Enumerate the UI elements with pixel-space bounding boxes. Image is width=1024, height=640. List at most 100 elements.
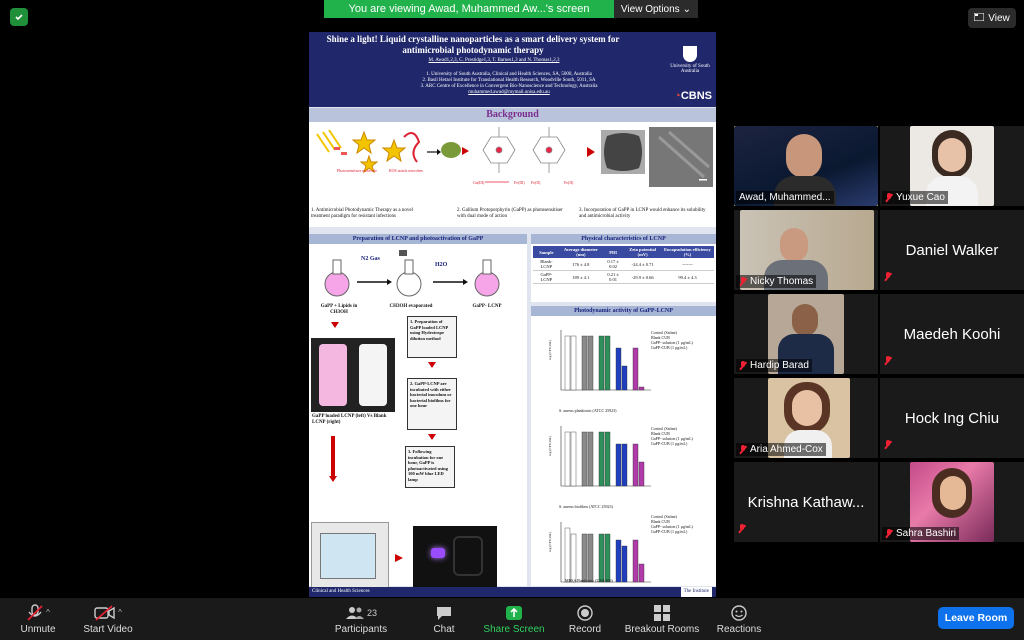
participant-name-text: Sahra Bashiri <box>896 528 957 539</box>
participants-button[interactable]: 23 Participants <box>330 598 392 640</box>
chart-bar <box>604 533 611 583</box>
chart-bar <box>581 533 588 583</box>
start-video-button[interactable]: ^ Start Video <box>78 598 138 640</box>
participant-tile-nicky[interactable]: Nicky Thomas <box>734 210 878 290</box>
chart-legend: Control (Saline) Blank CUB GaPP- solutio… <box>651 330 693 350</box>
chat-icon <box>435 604 453 622</box>
svg-text:ROS attack microbes: ROS attack microbes <box>389 168 423 173</box>
muted-mic-icon <box>884 268 892 286</box>
muted-mic-icon <box>739 361 747 370</box>
background-panel: Photosensitiser molecule ROS attack micr… <box>309 122 716 227</box>
chart-bar <box>581 335 588 391</box>
chart-bar <box>638 563 645 583</box>
participant-gallery: Awad, Muhammed... Yuxue Cao Nicky Thomas… <box>728 118 1024 548</box>
table-cell: 189 ± 4.1 <box>559 270 602 284</box>
phys-panel: Sample Average diameter (nm) PDI Zeta po… <box>531 244 716 302</box>
chart-bar <box>564 431 571 487</box>
security-shield-icon[interactable] <box>10 8 28 26</box>
participant-video <box>792 304 818 336</box>
pdt-heading: Photodynamic activity of GaPP-LCNP <box>531 306 716 316</box>
start-video-label: Start Video <box>83 623 133 635</box>
chart-ylabel: log (CFU/mL) <box>548 435 552 456</box>
chart-bar <box>570 431 577 487</box>
step-3-box: 3. Following incubation for one hour, Ga… <box>405 446 455 488</box>
table-row: GaPP- LCNP 189 ± 4.1 0.21 ± 0.01 -29.9 ±… <box>533 270 714 284</box>
down-arrow-icon <box>329 476 337 482</box>
table-cell: ------- <box>660 258 714 271</box>
video-off-icon: ^ <box>94 604 122 622</box>
leave-room-button[interactable]: Leave Room <box>938 607 1014 629</box>
participant-video <box>940 476 966 510</box>
chart-bar <box>598 335 605 391</box>
long-arrow <box>331 436 335 476</box>
participant-name-text: Aria Ahmed-Cox <box>750 444 823 455</box>
share-screen-button[interactable]: Share Screen <box>480 598 548 640</box>
participant-tile-daniel[interactable]: Daniel Walker <box>880 210 1024 290</box>
view-button[interactable]: View <box>968 8 1016 28</box>
table-header: Zeta potential (mV) <box>624 246 661 258</box>
legend-item: GaPP-CUB (1 µg/mL) <box>651 529 688 534</box>
participant-tile-maedeh[interactable]: Maedeh Koohi <box>880 294 1024 374</box>
breakout-rooms-label: Breakout Rooms <box>624 623 700 635</box>
flask-label-3: GaPP- LCNP <box>472 304 502 309</box>
down-arrow-icon <box>428 362 436 368</box>
muted-mic-icon <box>885 529 893 538</box>
chat-button[interactable]: Chat <box>424 598 464 640</box>
participant-name: Aria Ahmed-Cox <box>736 443 826 456</box>
participant-tile-yuxue[interactable]: Yuxue Cao <box>880 126 1024 206</box>
view-options-button[interactable]: View Options ⌄ <box>614 0 698 18</box>
chart-title: S. aureus biofilms (ATCC 25923) <box>559 504 613 509</box>
participant-tile-aria[interactable]: Aria Ahmed-Cox <box>734 378 878 458</box>
chart-title: MRSA Planktonic (USA 300) <box>565 578 613 583</box>
cbns-text: CBNS <box>680 90 712 102</box>
poster-affiliations: 1. University of South Australia, Clinic… <box>379 72 639 96</box>
unmute-button[interactable]: ^ Unmute <box>14 598 62 640</box>
participant-video <box>780 228 808 262</box>
light-rays-illustration <box>316 129 421 174</box>
participant-video <box>938 138 966 172</box>
vials-photo <box>311 338 395 412</box>
uni-name: University of South Australia <box>670 64 710 74</box>
table-cell: -29.9 ± 0.66 <box>624 270 661 284</box>
view-options-label: View Options <box>620 3 680 15</box>
caret-up-icon[interactable]: ^ <box>118 608 122 617</box>
participant-tile-hock[interactable]: Hock Ing Chiu <box>880 378 1024 458</box>
author-email: muhammed.awad@mymail.unisa.edu.au <box>468 90 550 95</box>
legend-item: GaPP-CUB (1 µg/mL) <box>651 345 688 350</box>
participant-tile-krishna[interactable]: Krishna Kathaw... <box>734 462 878 542</box>
participant-tile-hardip[interactable]: Hardip Barad <box>734 294 878 374</box>
reactions-smiley-icon <box>730 604 748 622</box>
muted-mic-icon <box>739 445 747 454</box>
participant-name-text: Nicky Thomas <box>750 276 814 287</box>
participant-tile-awad[interactable]: Awad, Muhammed... <box>734 126 878 206</box>
unisa-crest-icon <box>683 46 697 62</box>
flask-label-2: CH3OH evaporated <box>389 304 433 309</box>
screen-share-banner: You are viewing Awad, Muhammed Aw...'s s… <box>324 0 614 18</box>
chart-bar <box>598 431 605 487</box>
chart-bar <box>598 533 605 583</box>
record-label: Record <box>568 623 602 635</box>
chart-bar <box>581 431 588 487</box>
table-header: PDI <box>601 246 625 258</box>
caret-up-icon[interactable]: ^ <box>46 608 50 617</box>
led-lamp-photo <box>413 526 497 594</box>
participants-icon: 23 <box>345 604 377 622</box>
chart-bar <box>621 443 628 487</box>
breakout-rooms-icon <box>653 604 671 622</box>
participant-video <box>792 390 822 426</box>
svg-text:Fe(III): Fe(III) <box>514 180 525 185</box>
table-cell: Blank- LCNP <box>533 258 560 271</box>
reactions-button[interactable]: Reactions <box>712 598 766 640</box>
bg-caption-1: 1. Antimicrobial Photodynamic Therapy as… <box>311 208 413 219</box>
svg-text:Fe(II): Fe(II) <box>531 180 541 185</box>
prep-panel: N2 Gas H2O GaPP + Lipids in CH3OH CH3OH … <box>309 244 527 594</box>
breakout-rooms-button[interactable]: Breakout Rooms <box>622 598 702 640</box>
chart-bar <box>638 461 645 487</box>
chart-bar <box>570 335 577 391</box>
grid-view-icon <box>973 12 985 24</box>
participant-tile-sahra[interactable]: Sahra Bashiri <box>880 462 1024 542</box>
record-button[interactable]: Record <box>564 598 606 640</box>
svg-text:Photosensitiser molecule: Photosensitiser molecule <box>337 168 377 173</box>
chart-bar <box>632 539 639 583</box>
table-header: Average diameter (nm) <box>559 246 602 258</box>
